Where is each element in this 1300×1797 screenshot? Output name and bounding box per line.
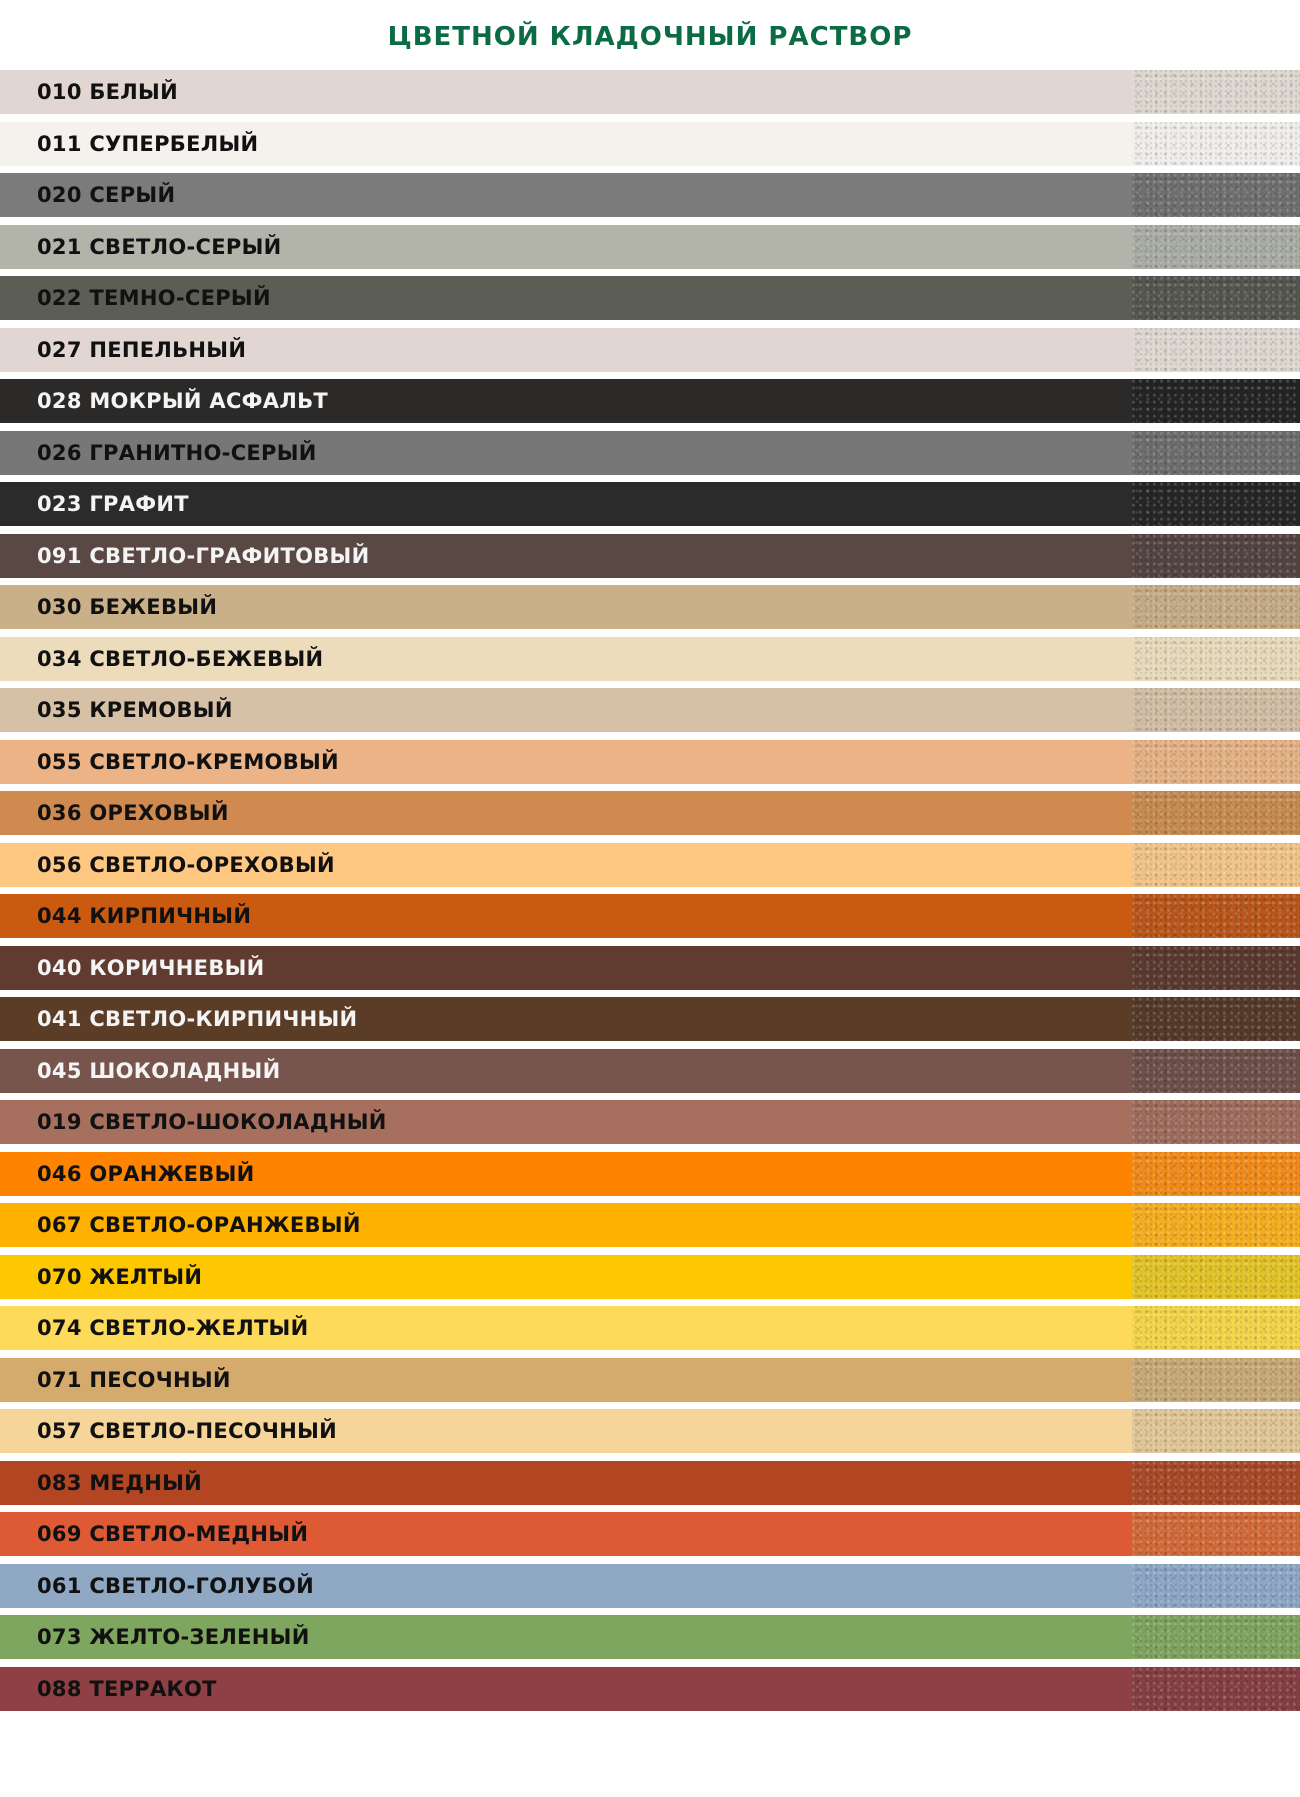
color-row: 069 СВЕТЛО-МЕДНЫЙ xyxy=(0,1512,1300,1556)
color-label: 022 ТЕМНО-СЕРЫЙ xyxy=(37,286,271,310)
color-label: 023 ГРАФИТ xyxy=(37,492,189,516)
texture-swatch xyxy=(1132,636,1300,681)
color-row: 020 СЕРЫЙ xyxy=(0,173,1300,217)
color-row: 057 СВЕТЛО-ПЕСОЧНЫЙ xyxy=(0,1409,1300,1453)
color-row: 034 СВЕТЛО-БЕЖЕВЫЙ xyxy=(0,636,1300,681)
color-label: 046 ОРАНЖЕВЫЙ xyxy=(37,1161,255,1186)
texture-swatch xyxy=(1132,1100,1300,1144)
color-row: 091 СВЕТЛО-ГРАФИТОВЫЙ xyxy=(0,533,1300,578)
texture-swatch xyxy=(1132,1666,1300,1711)
texture-swatch xyxy=(1132,842,1300,887)
color-row: 073 ЖЕЛТО-ЗЕЛЕНЫЙ xyxy=(0,1615,1300,1659)
texture-swatch xyxy=(1132,1254,1300,1299)
texture-swatch xyxy=(1132,379,1300,423)
color-row: 088 ТЕРРАКОТ xyxy=(0,1666,1300,1711)
color-row: 040 КОРИЧНЕВЫЙ xyxy=(0,945,1300,990)
texture-swatch xyxy=(1132,1306,1300,1350)
color-label: 035 КРЕМОВЫЙ xyxy=(37,698,233,722)
color-row: 028 МОКРЫЙ АСФАЛЬТ xyxy=(0,379,1300,423)
color-row: 055 СВЕТЛО-КРЕМОВЫЙ xyxy=(0,739,1300,784)
texture-swatch xyxy=(1132,1512,1300,1556)
color-label: 071 ПЕСОЧНЫЙ xyxy=(37,1367,231,1392)
color-label: 056 СВЕТЛО-ОРЕХОВЫЙ xyxy=(37,852,335,877)
texture-swatch xyxy=(1132,121,1300,166)
color-label: 074 СВЕТЛО-ЖЕЛТЫЙ xyxy=(37,1316,309,1340)
texture-swatch xyxy=(1132,945,1300,990)
color-label: 070 ЖЕЛТЫЙ xyxy=(37,1264,203,1289)
texture-swatch xyxy=(1132,1357,1300,1402)
color-label: 011 СУПЕРБЕЛЫЙ xyxy=(37,131,259,156)
color-row: 021 СВЕТЛО-СЕРЫЙ xyxy=(0,224,1300,269)
texture-swatch xyxy=(1132,533,1300,578)
color-label: 083 МЕДНЫЙ xyxy=(37,1470,203,1495)
color-label: 067 СВЕТЛО-ОРАНЖЕВЫЙ xyxy=(37,1213,361,1237)
color-label: 088 ТЕРРАКОТ xyxy=(37,1676,217,1701)
texture-swatch xyxy=(1132,997,1300,1041)
color-label: 021 СВЕТЛО-СЕРЫЙ xyxy=(37,234,282,259)
texture-swatch xyxy=(1132,1048,1300,1093)
color-label: 028 МОКРЫЙ АСФАЛЬТ xyxy=(37,389,329,413)
color-row: 010 БЕЛЫЙ xyxy=(0,70,1300,114)
color-label: 036 ОРЕХОВЫЙ xyxy=(37,801,229,825)
color-row: 019 СВЕТЛО-ШОКОЛАДНЫЙ xyxy=(0,1100,1300,1144)
color-row: 045 ШОКОЛАДНЫЙ xyxy=(0,1048,1300,1093)
color-row: 070 ЖЕЛТЫЙ xyxy=(0,1254,1300,1299)
color-label: 069 СВЕТЛО-МЕДНЫЙ xyxy=(37,1522,309,1546)
page-title: ЦВЕТНОЙ КЛАДОЧНЫЙ РАСТВОР xyxy=(387,22,913,52)
texture-swatch xyxy=(1132,739,1300,784)
color-row: 035 КРЕМОВЫЙ xyxy=(0,688,1300,732)
color-row: 011 СУПЕРБЕЛЫЙ xyxy=(0,121,1300,166)
color-row: 026 ГРАНИТНО-СЕРЫЙ xyxy=(0,430,1300,475)
texture-swatch xyxy=(1132,791,1300,835)
texture-swatch xyxy=(1132,1460,1300,1505)
texture-swatch xyxy=(1132,585,1300,629)
color-label: 020 СЕРЫЙ xyxy=(37,183,176,207)
color-palette: 010 БЕЛЫЙ 011 СУПЕРБЕЛЫЙ 020 СЕРЫЙ 021 СВЕТ… xyxy=(0,70,1300,1718)
texture-swatch xyxy=(1132,173,1300,217)
color-label: 040 КОРИЧНЕВЫЙ xyxy=(37,955,265,980)
color-label: 073 ЖЕЛТО-ЗЕЛЕНЫЙ xyxy=(37,1625,310,1649)
color-label: 091 СВЕТЛО-ГРАФИТОВЫЙ xyxy=(37,543,370,568)
color-label: 026 ГРАНИТНО-СЕРЫЙ xyxy=(37,440,317,465)
color-row: 027 ПЕПЕЛЬНЫЙ xyxy=(0,327,1300,372)
color-label: 061 СВЕТЛО-ГОЛУБОЙ xyxy=(37,1573,314,1598)
color-row: 056 СВЕТЛО-ОРЕХОВЫЙ xyxy=(0,842,1300,887)
texture-swatch xyxy=(1132,70,1300,114)
color-row: 071 ПЕСОЧНЫЙ xyxy=(0,1357,1300,1402)
texture-swatch xyxy=(1132,1615,1300,1659)
color-label: 019 СВЕТЛО-ШОКОЛАДНЫЙ xyxy=(37,1110,387,1134)
color-row: 030 БЕЖЕВЫЙ xyxy=(0,585,1300,629)
texture-swatch xyxy=(1132,1563,1300,1608)
texture-swatch xyxy=(1132,430,1300,475)
color-row: 023 ГРАФИТ xyxy=(0,482,1300,526)
color-label: 044 КИРПИЧНЫЙ xyxy=(37,904,252,928)
color-row: 061 СВЕТЛО-ГОЛУБОЙ xyxy=(0,1563,1300,1608)
texture-swatch xyxy=(1132,1203,1300,1247)
texture-swatch xyxy=(1132,224,1300,269)
color-row: 022 ТЕМНО-СЕРЫЙ xyxy=(0,276,1300,320)
color-label: 041 СВЕТЛО-КИРПИЧНЫЙ xyxy=(37,1007,358,1031)
texture-swatch xyxy=(1132,688,1300,732)
color-label: 055 СВЕТЛО-КРЕМОВЫЙ xyxy=(37,749,339,774)
color-row: 067 СВЕТЛО-ОРАНЖЕВЫЙ xyxy=(0,1203,1300,1247)
texture-swatch xyxy=(1132,327,1300,372)
texture-swatch xyxy=(1132,894,1300,938)
color-label: 057 СВЕТЛО-ПЕСОЧНЫЙ xyxy=(37,1419,338,1443)
texture-swatch xyxy=(1132,482,1300,526)
texture-swatch xyxy=(1132,1409,1300,1453)
texture-swatch xyxy=(1132,276,1300,320)
color-row: 044 КИРПИЧНЫЙ xyxy=(0,894,1300,938)
color-row: 036 ОРЕХОВЫЙ xyxy=(0,791,1300,835)
color-label: 034 СВЕТЛО-БЕЖЕВЫЙ xyxy=(37,646,324,671)
texture-swatch xyxy=(1132,1151,1300,1196)
color-label: 027 ПЕПЕЛЬНЫЙ xyxy=(37,337,247,362)
color-row: 046 ОРАНЖЕВЫЙ xyxy=(0,1151,1300,1196)
color-label: 045 ШОКОЛАДНЫЙ xyxy=(37,1058,281,1083)
color-row: 074 СВЕТЛО-ЖЕЛТЫЙ xyxy=(0,1306,1300,1350)
color-row: 041 СВЕТЛО-КИРПИЧНЫЙ xyxy=(0,997,1300,1041)
color-label: 010 БЕЛЫЙ xyxy=(37,80,178,104)
color-row: 083 МЕДНЫЙ xyxy=(0,1460,1300,1505)
color-label: 030 БЕЖЕВЫЙ xyxy=(37,595,218,619)
